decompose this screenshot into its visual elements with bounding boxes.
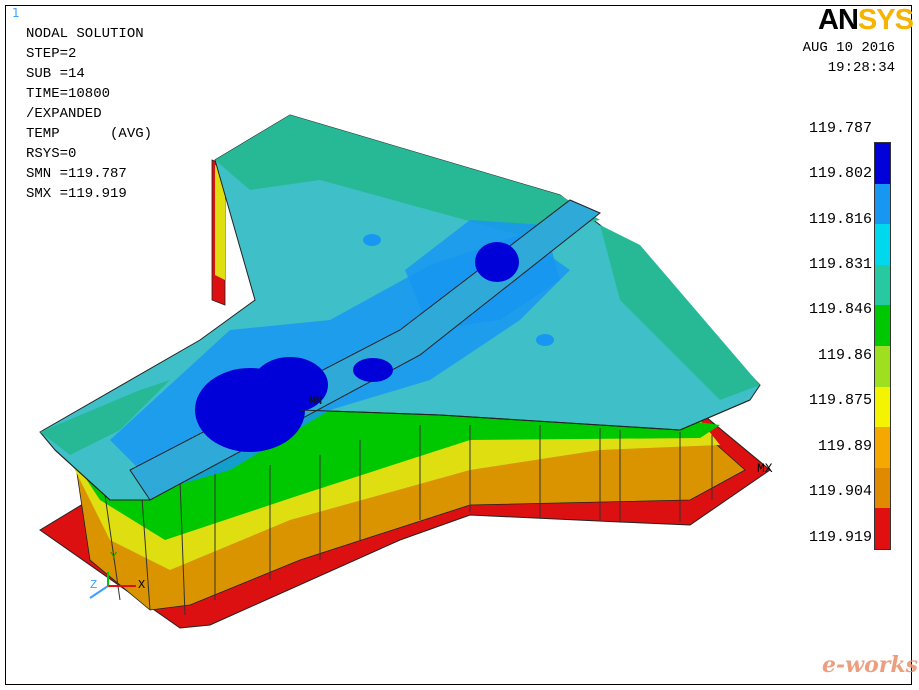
legend-label: 119.816 xyxy=(808,211,872,228)
legend-label: 119.802 xyxy=(808,165,872,182)
color-legend-bar xyxy=(874,142,891,550)
legend-label: 119.89 xyxy=(817,438,872,455)
legend-swatch xyxy=(875,467,890,509)
min-zone xyxy=(363,234,381,246)
legend-swatch xyxy=(875,427,890,468)
min-zone xyxy=(475,242,519,282)
min-zone xyxy=(536,334,554,346)
legend-swatch xyxy=(875,143,890,184)
legend-swatch xyxy=(875,386,890,428)
axis-y-label: Y xyxy=(110,550,118,564)
legend-swatch xyxy=(875,508,890,549)
legend-swatch xyxy=(875,345,890,387)
min-zone xyxy=(353,358,393,382)
min-marker: MN xyxy=(309,396,323,408)
legend-label: 119.787 xyxy=(808,120,872,137)
legend-swatch xyxy=(875,183,890,225)
legend-label: 119.831 xyxy=(808,256,872,273)
legend-label: 119.846 xyxy=(808,301,872,318)
legend-label: 119.86 xyxy=(817,347,872,364)
legend-swatch xyxy=(875,264,890,306)
legend-label: 119.919 xyxy=(808,529,872,546)
axis-x-label: X xyxy=(138,578,146,592)
legend-swatch xyxy=(875,305,890,346)
legend-label: 119.875 xyxy=(808,392,872,409)
axis-z-label: Z xyxy=(90,578,98,592)
legend-swatch xyxy=(875,224,890,265)
max-marker: MX xyxy=(757,461,773,476)
eworks-watermark: e-works xyxy=(822,652,918,678)
legend-label: 119.904 xyxy=(808,483,872,500)
